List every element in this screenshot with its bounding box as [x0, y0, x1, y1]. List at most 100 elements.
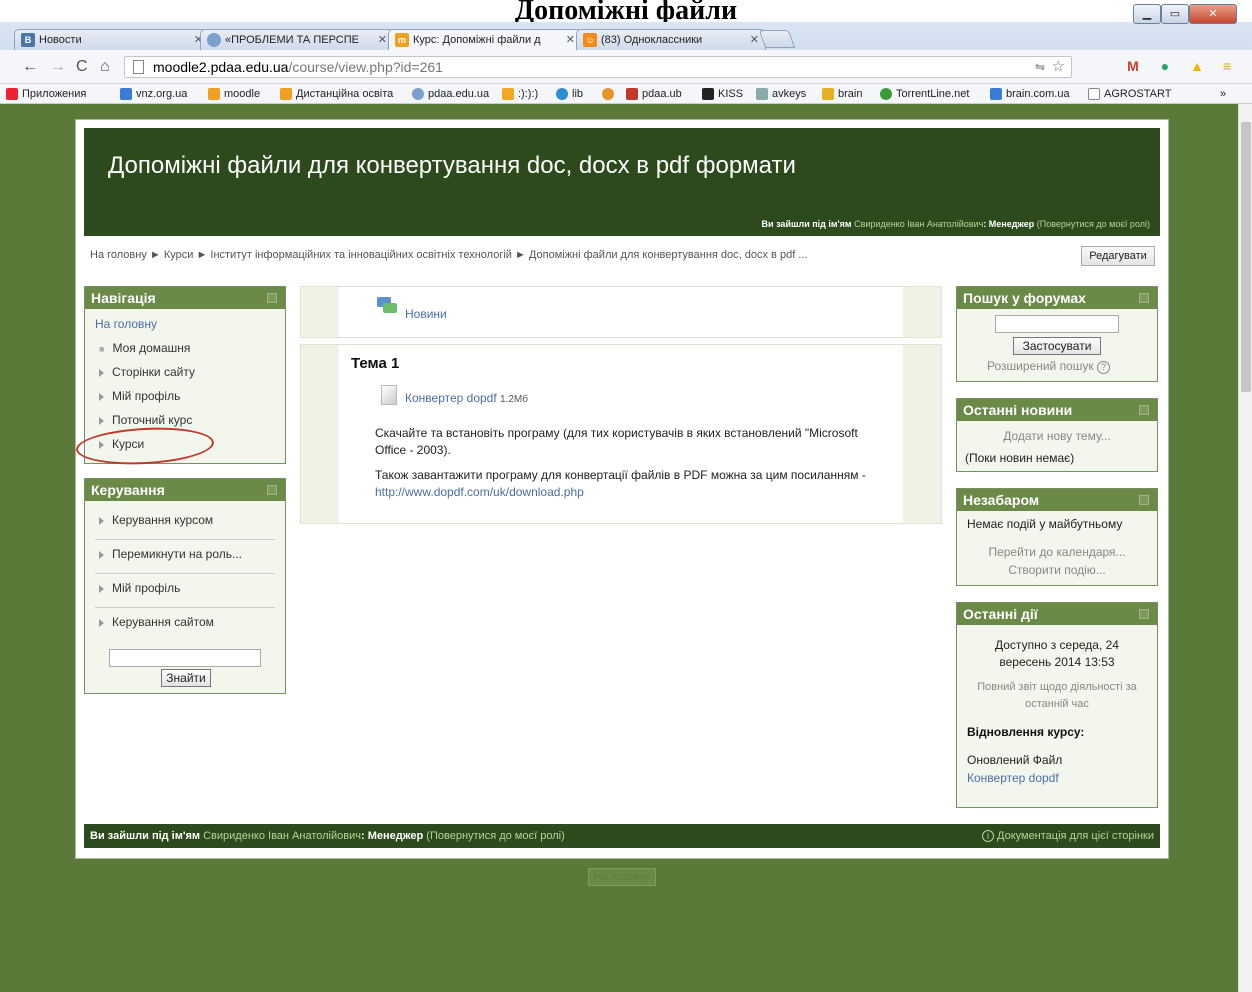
collapse-icon[interactable] — [1139, 609, 1149, 619]
url-input[interactable]: moodle2.pdaa.edu.ua/course/view.php?id=2… — [124, 56, 1072, 78]
reload-icon[interactable]: C — [76, 58, 88, 76]
admin-label: Керування сайтом — [112, 615, 214, 629]
drive-icon[interactable]: ▲ — [1188, 57, 1206, 75]
admin-course-admin[interactable]: Керування курсом — [99, 513, 213, 527]
document-heading: Допоміжні файли — [0, 0, 1252, 22]
bookmark-distance[interactable]: Дистанційна освіта — [280, 84, 393, 103]
back-icon[interactable]: ← — [22, 58, 38, 76]
forward-icon[interactable]: → — [50, 58, 66, 76]
expand-arrow-icon — [99, 392, 104, 401]
bookmark-pdaa[interactable]: pdaa.edu.ua — [412, 84, 489, 103]
nav-current-course[interactable]: Поточний курс — [99, 413, 192, 427]
admin-my-profile[interactable]: Мій профіль — [99, 581, 180, 595]
full-report-link[interactable]: Повний звіт щодо діяльності за останній … — [967, 679, 1147, 713]
moodle-icon: m — [395, 33, 409, 47]
bookmark-brain[interactable]: brain — [822, 84, 862, 103]
bookmark-pdaaub[interactable]: pdaa.ub — [626, 84, 682, 103]
bookmark-kiss[interactable]: KISS — [702, 84, 743, 103]
return-role-link[interactable]: (Повернутися до моєї ролі) — [426, 830, 564, 842]
home-icon[interactable]: ⌂ — [100, 58, 110, 76]
moodle-icon — [280, 88, 292, 100]
tab-label: «ПРОБЛЕМИ ТА ПЕРСПЕ — [225, 34, 359, 46]
bookmarks-bar: Приложения vnz.org.ua moodle Дистанційна… — [0, 84, 1252, 104]
breadcrumb[interactable]: На головну ► Курси ► Інститут інформацій… — [90, 249, 990, 261]
create-event-link[interactable]: Створити подію... — [957, 563, 1157, 577]
nav-label: Поточний курс — [112, 413, 193, 427]
nav-site-pages[interactable]: Сторінки сайту — [99, 365, 195, 379]
tab-novosti[interactable]: В Новости ✕ — [14, 29, 210, 51]
help-icon[interactable]: ? — [1096, 361, 1110, 374]
role-separator: : — [360, 830, 365, 842]
url-host: moodle2.pdaa.edu.ua — [153, 59, 289, 75]
gmail-icon[interactable]: M — [1124, 57, 1142, 75]
collapse-icon[interactable] — [267, 293, 277, 303]
recent-activity-title: Останні дії — [963, 606, 1038, 622]
advanced-search-label: Розширений пошук — [987, 359, 1094, 373]
bookmark-brain-com[interactable]: brain.com.ua — [990, 84, 1070, 103]
advanced-search-link[interactable]: Розширений пошук ? — [987, 359, 1110, 374]
bookmark-moodle[interactable]: moodle — [208, 84, 260, 103]
bookmark-avkeys[interactable]: avkeys — [756, 84, 806, 103]
tab-problemy[interactable]: «ПРОБЛЕМИ ТА ПЕРСПЕ ✕ — [200, 29, 394, 51]
minimize-icon[interactable]: ▁ — [1133, 4, 1161, 24]
nav-my-profile[interactable]: Мій профіль — [99, 389, 180, 403]
info-icon: i — [981, 830, 994, 842]
collapse-icon[interactable] — [1139, 405, 1149, 415]
collapse-icon[interactable] — [1139, 495, 1149, 505]
section-side-right — [903, 345, 941, 523]
bookmark-apps[interactable]: Приложения — [6, 84, 86, 103]
brain-com-icon — [990, 88, 1002, 100]
file-link[interactable]: Конвертер dopdf — [405, 391, 497, 405]
download-link[interactable]: http://www.dopdf.com/uk/download.php — [375, 485, 584, 499]
news-forum-link[interactable]: Новини — [405, 307, 447, 321]
navigation-title: Навігація — [91, 290, 156, 306]
close-icon[interactable]: ✕ — [750, 30, 759, 50]
admin-search-input[interactable] — [109, 649, 261, 667]
nav-my-home[interactable]: ■ Моя домашня — [99, 341, 190, 355]
add-topic-link[interactable]: Додати нову тему... — [957, 429, 1157, 443]
bullet-icon: ■ — [99, 344, 105, 354]
apps-icon — [6, 88, 18, 100]
bookmark-agrostart[interactable]: AGROSTART — [1088, 84, 1171, 103]
close-icon[interactable]: ✕ — [378, 30, 387, 50]
forum-search-title: Пошук у форумах — [963, 290, 1086, 306]
bookmark-smile[interactable]: :):):) — [502, 84, 538, 103]
close-icon[interactable]: ✕ — [566, 30, 575, 50]
section-side-left — [301, 287, 339, 337]
home-bottom-button[interactable]: На головну — [588, 868, 656, 886]
scrollbar-thumb[interactable] — [1241, 122, 1251, 392]
new-tab-button[interactable] — [758, 30, 796, 48]
bookmarks-overflow[interactable]: » — [1220, 84, 1226, 103]
bookmark-lib[interactable]: lib — [556, 84, 584, 103]
admin-switch-role[interactable]: Перемикнути на роль... — [99, 547, 242, 561]
evernote-icon[interactable]: ● — [1156, 57, 1174, 75]
forum-search-apply-button[interactable]: Застосувати — [1013, 337, 1101, 355]
edit-button[interactable]: Редагувати — [1081, 246, 1155, 266]
file-resource[interactable]: Конвертер dopdf 1.2Мб — [405, 391, 528, 405]
goto-calendar-link[interactable]: Перейти до календаря... — [957, 545, 1157, 559]
tab-course[interactable]: m Курс: Допоміжні файли д ✕ — [388, 29, 582, 52]
navigation-header: Навігація — [85, 287, 285, 309]
bookmark-torrentline[interactable]: TorrentLine.net — [880, 84, 969, 103]
window-controls: ▁ ▭ ✕ — [1133, 4, 1245, 24]
tab-odnoklassniki[interactable]: ☺ (83) Одноклассники ✕ — [576, 29, 766, 51]
collapse-icon[interactable] — [1139, 293, 1149, 303]
nav-home[interactable]: На головну — [95, 317, 157, 331]
user-link[interactable]: Свириденко Іван Анатолійович — [854, 219, 983, 229]
docs-link[interactable]: i Документація для цієї сторінки — [981, 824, 1154, 848]
maximize-icon[interactable]: ▭ — [1161, 4, 1189, 24]
scrollbar[interactable] — [1238, 104, 1252, 992]
bookmark-label: lib — [572, 88, 584, 100]
star-icon[interactable]: ☆ — [1052, 57, 1065, 77]
menu-icon[interactable]: ≡ — [1218, 57, 1236, 75]
forum-search-input[interactable] — [995, 315, 1119, 333]
translate-icon[interactable]: ⇋ — [1035, 57, 1045, 77]
collapse-icon[interactable] — [267, 485, 277, 495]
bookmark-vnz[interactable]: vnz.org.ua — [120, 84, 187, 103]
return-role-link[interactable]: (Повернутися до моєї ролі) — [1037, 219, 1150, 229]
updated-file-link[interactable]: Конвертер dopdf — [967, 771, 1059, 785]
admin-search-button[interactable]: Знайти — [161, 669, 211, 687]
user-link[interactable]: Свириденко Іван Анатолійович — [203, 830, 361, 842]
admin-site-admin[interactable]: Керування сайтом — [99, 615, 214, 629]
close-window-icon[interactable]: ✕ — [1189, 4, 1237, 24]
